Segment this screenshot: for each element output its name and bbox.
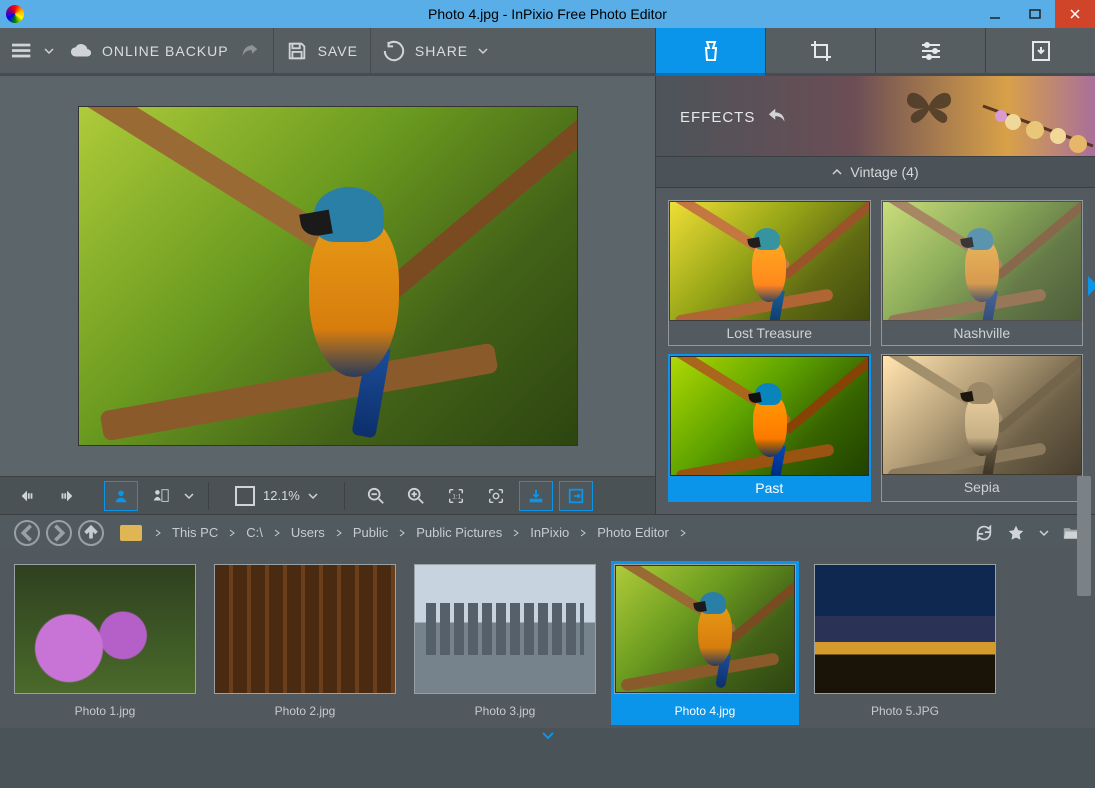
svg-text:1:1: 1:1	[452, 493, 461, 500]
effect-label: Lost Treasure	[669, 321, 870, 345]
filmstrip-item[interactable]: Photo 5.JPG	[814, 564, 996, 722]
nav-up-button[interactable]	[78, 520, 104, 546]
chevron-down-icon[interactable]	[478, 40, 488, 62]
favorite-icon[interactable]	[1007, 524, 1025, 542]
crumb-users[interactable]: Users	[287, 525, 329, 540]
main-image	[78, 106, 578, 446]
save-button[interactable]: SAVE	[318, 43, 358, 59]
window-title: Photo 4.jpg - InPixio Free Photo Editor	[0, 6, 1095, 22]
nav-back-button[interactable]	[14, 520, 40, 546]
share-button[interactable]: SHARE	[415, 43, 468, 59]
butterfly-icon	[903, 86, 955, 126]
tab-effects[interactable]	[655, 28, 765, 76]
effect-category-header[interactable]: Vintage (4)	[656, 156, 1095, 188]
flowers-decoration	[973, 96, 1095, 156]
crumb-photo-editor[interactable]: Photo Editor	[593, 525, 673, 540]
export-button[interactable]	[559, 481, 593, 511]
thumbnail	[14, 564, 196, 694]
scrollbar[interactable]	[1077, 476, 1091, 596]
thumbnail	[814, 564, 996, 694]
effect-nashville[interactable]: Nashville	[881, 200, 1084, 346]
refresh-icon[interactable]	[975, 524, 993, 542]
crumb-public[interactable]: Public	[349, 525, 392, 540]
chevron-down-icon[interactable]	[1039, 524, 1049, 542]
folder-icon	[120, 525, 142, 541]
crumb-public-pictures[interactable]: Public Pictures	[412, 525, 506, 540]
crumb-this-pc[interactable]: This PC	[168, 525, 222, 540]
thumbnail	[214, 564, 396, 694]
zoom-out-button[interactable]	[359, 481, 393, 511]
zoom-value: 12.1%	[263, 488, 300, 503]
menu-icon[interactable]	[12, 40, 34, 62]
cloud-icon	[70, 40, 92, 62]
zoom-display[interactable]: 12.1%	[235, 485, 318, 507]
view-compare-button[interactable]	[144, 481, 178, 511]
thumbnail	[414, 564, 596, 694]
filmstrip-item[interactable]: Photo 2.jpg	[214, 564, 396, 722]
crumb-drive[interactable]: C:\	[242, 525, 267, 540]
thumbnail	[614, 564, 796, 694]
expand-panel-icon[interactable]	[1088, 276, 1095, 296]
breadcrumb-bar: This PC C:\ Users Public Public Pictures…	[0, 514, 1095, 550]
canvas-toolbar: 12.1% 1:1	[0, 476, 655, 514]
share-icon	[383, 40, 405, 62]
thumbnail-label: Photo 2.jpg	[214, 694, 396, 722]
import-button[interactable]	[519, 481, 553, 511]
online-backup-button[interactable]: ONLINE BACKUP	[102, 43, 229, 59]
redo-icon[interactable]	[239, 40, 261, 62]
effect-past[interactable]: Past	[668, 354, 871, 502]
tab-adjust[interactable]	[875, 28, 985, 73]
effects-panel: EFFECTS Vintage (4) Lost Treasure Nashvi…	[655, 76, 1095, 514]
filmstrip: Photo 1.jpg Photo 2.jpg Photo 3.jpg Phot…	[0, 550, 1095, 728]
filmstrip-item[interactable]: Photo 3.jpg	[414, 564, 596, 722]
next-image-button[interactable]	[50, 481, 84, 511]
effect-lost-treasure[interactable]: Lost Treasure	[668, 200, 871, 346]
effect-sepia[interactable]: Sepia	[881, 354, 1084, 502]
effect-category-label: Vintage (4)	[850, 164, 918, 180]
effect-label: Sepia	[882, 475, 1083, 499]
filmstrip-item-selected[interactable]: Photo 4.jpg	[611, 561, 799, 725]
effect-label: Past	[670, 476, 869, 500]
save-icon	[286, 40, 308, 62]
chevron-down-icon[interactable]	[308, 485, 318, 507]
main-toolbar: ONLINE BACKUP SAVE SHARE	[0, 28, 1095, 76]
collapse-filmstrip-icon[interactable]	[0, 728, 1095, 746]
chevron-down-icon[interactable]	[44, 40, 54, 62]
zoom-fit-button[interactable]	[479, 481, 513, 511]
titlebar: Photo 4.jpg - InPixio Free Photo Editor	[0, 0, 1095, 28]
zoom-in-button[interactable]	[399, 481, 433, 511]
effects-heading: EFFECTS	[680, 109, 755, 126]
canvas-viewport[interactable]	[0, 76, 655, 476]
effect-label: Nashville	[882, 321, 1083, 345]
zoom-actual-button[interactable]: 1:1	[439, 481, 473, 511]
thumbnail-label: Photo 5.JPG	[814, 694, 996, 722]
thumbnail-label: Photo 1.jpg	[14, 694, 196, 722]
undo-icon[interactable]	[767, 106, 789, 128]
tab-frames[interactable]	[985, 28, 1095, 73]
thumbnail-label: Photo 3.jpg	[414, 694, 596, 722]
chevron-down-icon[interactable]	[184, 485, 194, 507]
prev-image-button[interactable]	[10, 481, 44, 511]
filmstrip-item[interactable]: Photo 1.jpg	[14, 564, 196, 722]
nav-forward-button[interactable]	[46, 520, 72, 546]
tab-crop[interactable]	[765, 28, 875, 73]
chevron-up-icon	[832, 161, 842, 183]
crumb-inpixio[interactable]: InPixio	[526, 525, 573, 540]
thumbnail-label: Photo 4.jpg	[614, 694, 796, 722]
view-single-button[interactable]	[104, 481, 138, 511]
